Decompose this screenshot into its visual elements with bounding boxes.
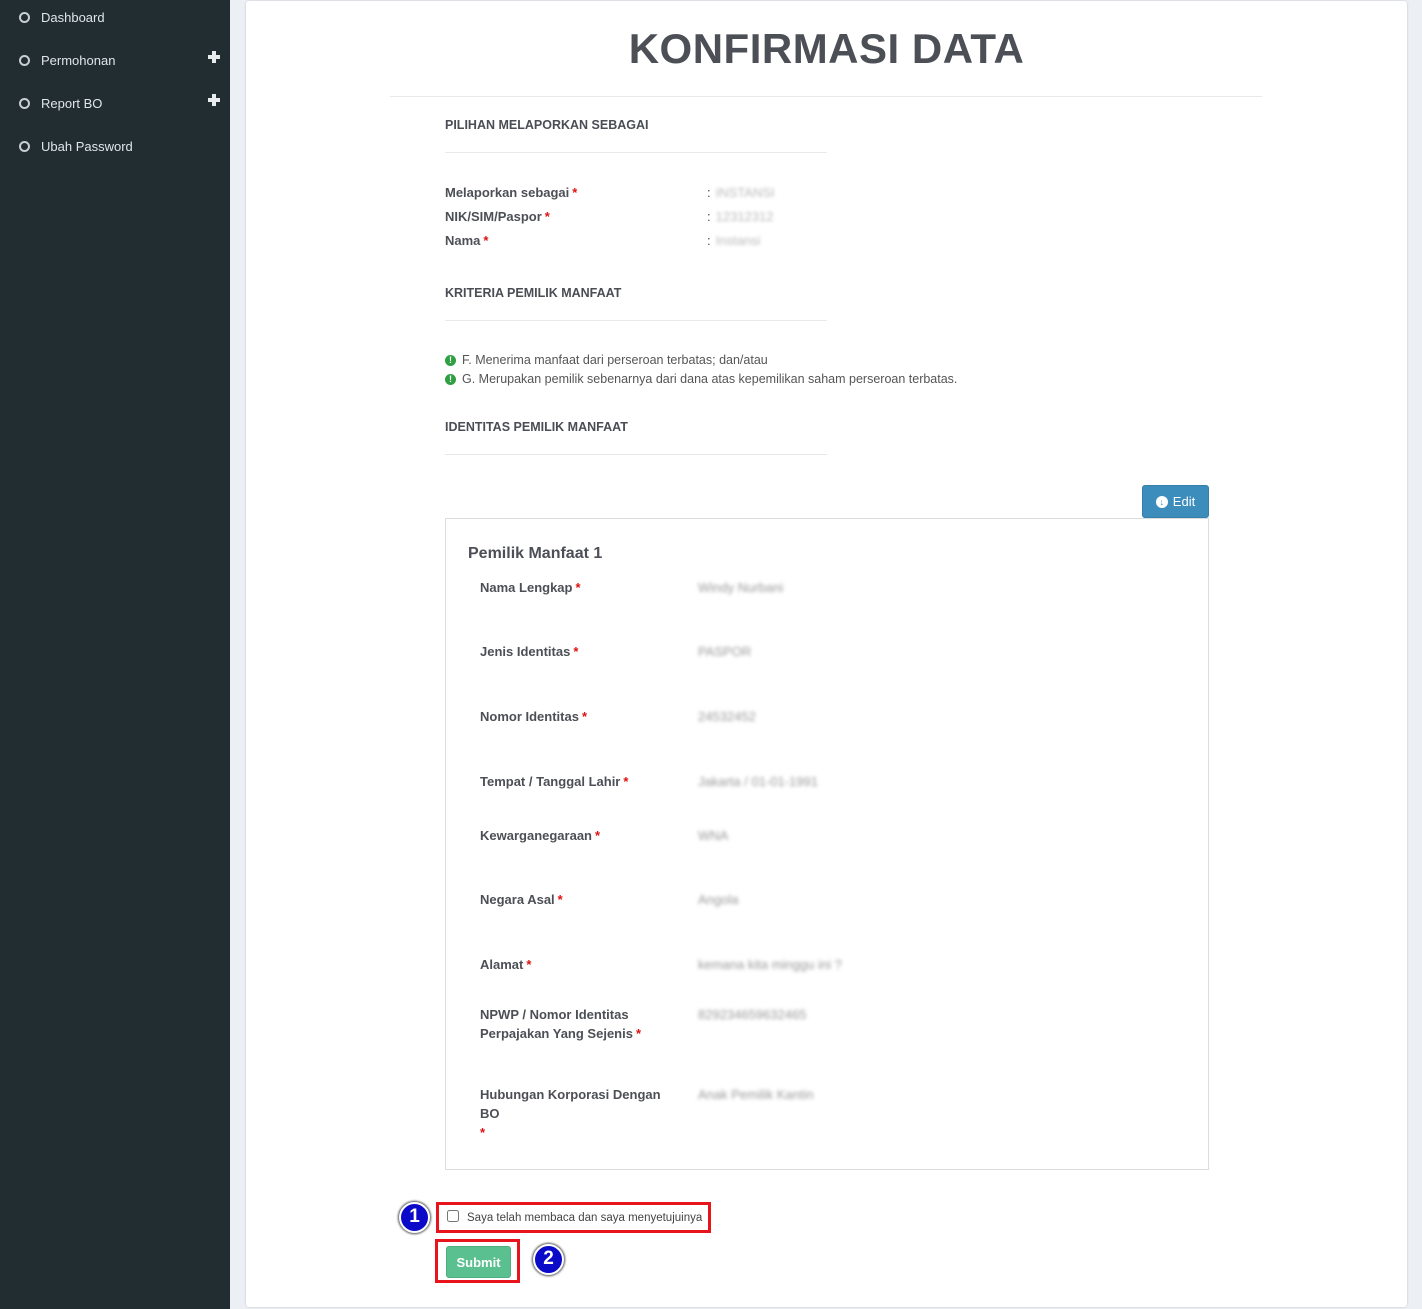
field-label: NIK/SIM/Paspor bbox=[445, 209, 542, 224]
field-value: 829234659632465 bbox=[698, 1005, 806, 1043]
field-melaporkan-sebagai: Melaporkan sebagai* : INSTANSI bbox=[445, 185, 775, 200]
field-alamat: Alamat* kemana kita minggu ini ? bbox=[480, 955, 1180, 974]
field-tempat-tanggal-lahir: Tempat / Tanggal Lahir* Jakarta / 01-01-… bbox=[480, 772, 1180, 791]
plus-icon[interactable] bbox=[208, 94, 220, 106]
field-label: Melaporkan sebagai bbox=[445, 185, 569, 200]
required-marker: * bbox=[595, 828, 600, 843]
agree-checkbox-highlight[interactable]: Saya telah membaca dan saya menyetujuiny… bbox=[436, 1202, 711, 1233]
step-badge-2: 2 bbox=[533, 1244, 564, 1275]
exclamation-circle-icon: ! bbox=[445, 374, 456, 385]
criteria-item: ! G. Merupakan pemilik sebenarnya dari d… bbox=[445, 372, 957, 386]
agree-label: Saya telah membaca dan saya menyetujuiny… bbox=[467, 1212, 702, 1224]
beneficial-owner-panel: Pemilik Manfaat 1 Nama Lengkap* Windy Nu… bbox=[445, 518, 1209, 1170]
section-heading-criteria: KRITERIA PEMILIK MANFAAT bbox=[445, 286, 621, 300]
divider bbox=[445, 320, 827, 321]
field-value: Windy Nurbani bbox=[698, 578, 783, 597]
field-value: 24532452 bbox=[698, 707, 756, 726]
section-heading-identity: IDENTITAS PEMILIK MANFAAT bbox=[445, 420, 628, 434]
section-heading-reporting: PILIHAN MELAPORKAN SEBAGAI bbox=[445, 118, 648, 132]
criteria-text: G. Merupakan pemilik sebenarnya dari dan… bbox=[462, 372, 957, 386]
field-label: Nama bbox=[445, 233, 480, 248]
sidebar-item-label: Report BO bbox=[41, 96, 102, 111]
field-label: Alamat bbox=[480, 957, 523, 972]
field-label: Nomor Identitas bbox=[480, 709, 579, 724]
circle-icon bbox=[19, 12, 30, 23]
exclamation-circle-icon: ! bbox=[445, 355, 456, 366]
sidebar-item-dashboard[interactable]: Dashboard bbox=[0, 0, 230, 39]
colon: : bbox=[707, 209, 711, 224]
step-badge-1: 1 bbox=[399, 1202, 430, 1233]
sidebar-item-label: Ubah Password bbox=[41, 139, 133, 154]
colon: : bbox=[707, 185, 711, 200]
agree-checkbox[interactable] bbox=[447, 1210, 459, 1222]
sidebar-item-ubah-password[interactable]: Ubah Password bbox=[0, 125, 230, 168]
field-value: Instansi bbox=[716, 233, 761, 248]
field-value: Angola bbox=[698, 890, 738, 909]
field-hubungan-korporasi: Hubungan Korporasi Dengan BO * Anak Pemil… bbox=[480, 1085, 1180, 1142]
sidebar-item-permohonan[interactable]: Permohonan bbox=[0, 39, 230, 82]
field-negara-asal: Negara Asal* Angola bbox=[480, 890, 1180, 909]
field-nama-lengkap: Nama Lengkap* Windy Nurbani bbox=[480, 578, 1180, 597]
field-label: NPWP / Nomor Identitas Perpajakan Yang S… bbox=[480, 1007, 633, 1041]
circle-icon bbox=[19, 98, 30, 109]
sidebar-item-report-bo[interactable]: Report BO bbox=[0, 82, 230, 125]
required-marker: * bbox=[623, 774, 628, 789]
divider bbox=[445, 454, 827, 455]
field-jenis-identitas: Jenis Identitas* PASPOR bbox=[480, 642, 1180, 661]
field-nomor-identitas: Nomor Identitas* 24532452 bbox=[480, 707, 1180, 726]
required-marker: * bbox=[573, 644, 578, 659]
edit-label: Edit bbox=[1173, 494, 1195, 509]
criteria-text: F. Menerima manfaat dari perseroan terba… bbox=[462, 353, 768, 367]
required-marker: * bbox=[558, 892, 563, 907]
required-marker: * bbox=[575, 580, 580, 595]
plus-icon[interactable] bbox=[208, 51, 220, 63]
sidebar-item-label: Permohonan bbox=[41, 53, 115, 68]
required-marker: * bbox=[483, 233, 488, 248]
page-title: KONFIRMASI DATA bbox=[246, 25, 1407, 73]
edit-button[interactable]: ↓ Edit bbox=[1142, 485, 1209, 518]
criteria-item: ! F. Menerima manfaat dari perseroan ter… bbox=[445, 353, 768, 367]
sidebar: Dashboard Permohonan Report BO Ubah Pass… bbox=[0, 0, 230, 1309]
circle-icon bbox=[19, 141, 30, 152]
field-label: Jenis Identitas bbox=[480, 644, 570, 659]
divider bbox=[390, 96, 1262, 97]
field-value: Anak Pemilik Kantin bbox=[698, 1085, 814, 1142]
divider bbox=[445, 152, 827, 153]
field-value: PASPOR bbox=[698, 642, 751, 661]
field-nik-sim-paspor: NIK/SIM/Paspor* : 12312312 bbox=[445, 209, 773, 224]
field-value: 12312312 bbox=[716, 209, 774, 224]
required-marker: * bbox=[572, 185, 577, 200]
field-kewarganegaraan: Kewarganegaraan* WNA bbox=[480, 826, 1180, 845]
required-marker: * bbox=[480, 1125, 485, 1140]
field-value: INSTANSI bbox=[716, 185, 775, 200]
confirmation-card: KONFIRMASI DATA PILIHAN MELAPORKAN SEBAG… bbox=[246, 1, 1407, 1307]
field-npwp: NPWP / Nomor Identitas Perpajakan Yang S… bbox=[480, 1005, 1180, 1043]
sidebar-item-label: Dashboard bbox=[41, 10, 105, 25]
field-label: Kewarganegaraan bbox=[480, 828, 592, 843]
field-label: Nama Lengkap bbox=[480, 580, 572, 595]
field-value: Jakarta / 01-01-1991 bbox=[698, 772, 818, 791]
field-label: Negara Asal bbox=[480, 892, 555, 907]
circle-icon bbox=[19, 55, 30, 66]
required-marker: * bbox=[545, 209, 550, 224]
field-label: Hubungan Korporasi Dengan BO bbox=[480, 1087, 661, 1121]
owner-title: Pemilik Manfaat 1 bbox=[468, 545, 602, 563]
field-label: Tempat / Tanggal Lahir bbox=[480, 774, 620, 789]
field-value: kemana kita minggu ini ? bbox=[698, 955, 842, 974]
colon: : bbox=[707, 233, 711, 248]
required-marker: * bbox=[582, 709, 587, 724]
arrow-circle-down-icon: ↓ bbox=[1156, 496, 1168, 508]
required-marker: * bbox=[526, 957, 531, 972]
submit-button[interactable]: Submit bbox=[446, 1246, 511, 1278]
submit-highlight: Submit bbox=[435, 1239, 520, 1283]
field-value: WNA bbox=[698, 826, 728, 845]
required-marker: * bbox=[636, 1026, 641, 1041]
field-nama: Nama* : Instansi bbox=[445, 233, 760, 248]
